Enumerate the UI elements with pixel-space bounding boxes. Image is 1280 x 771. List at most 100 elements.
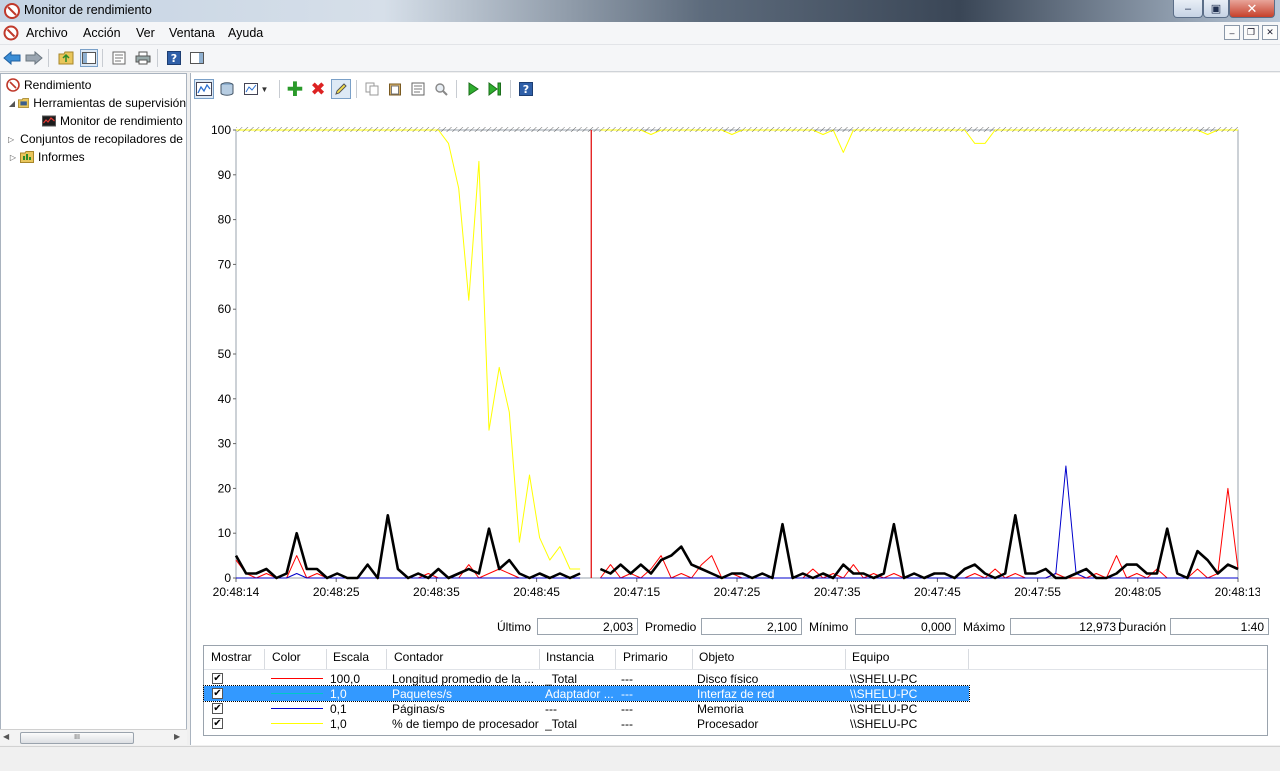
collapsed-arrow-icon[interactable]: ▷ — [8, 135, 14, 144]
y-tick-label: 40 — [218, 392, 232, 406]
show-checkbox[interactable]: ✔ — [212, 673, 223, 684]
close-button[interactable]: ✕ — [1229, 0, 1275, 18]
mdi-close-button[interactable]: ✕ — [1262, 25, 1278, 40]
tree-item-conjuntos[interactable]: ▷ Conjuntos de recopiladores de datos — [8, 130, 186, 148]
y-tick-label: 100 — [211, 123, 231, 137]
instance-cell: _Total — [545, 717, 578, 731]
average-value: 2,100 — [701, 618, 802, 635]
instance-cell: Adaptador ... — [545, 687, 614, 701]
add-counter-icon[interactable]: ✚ — [285, 79, 305, 101]
maximize-button[interactable]: ▣ — [1203, 0, 1229, 18]
computer-cell: \\SHELU-PC — [850, 687, 918, 701]
plot-area — [235, 129, 1239, 579]
tree-item-rendimiento[interactable]: Rendimiento — [4, 76, 186, 94]
column-escala[interactable]: Escala — [333, 650, 369, 670]
show-checkbox[interactable]: ✔ — [212, 703, 223, 714]
series-color-swatch — [271, 708, 323, 709]
update-data-icon[interactable] — [485, 79, 505, 99]
column-separator[interactable] — [264, 649, 265, 669]
counter-cell: Páginas/s — [392, 702, 445, 716]
forward-arrow-icon[interactable] — [25, 49, 43, 67]
menu-ver[interactable]: Ver — [136, 26, 155, 40]
up-folder-icon[interactable] — [57, 49, 75, 67]
tree-horizontal-scrollbar[interactable]: ◀ III ▶ — [0, 729, 187, 745]
show-checkbox[interactable]: ✔ — [212, 688, 223, 699]
maximum-label: Máximo — [963, 620, 1006, 634]
print-icon[interactable] — [134, 49, 152, 67]
dropdown-arrow-icon[interactable]: ▼ — [261, 85, 269, 94]
toolbar-separator — [456, 80, 457, 98]
scale-cell: 1,0 — [330, 687, 347, 701]
column-objeto[interactable]: Objeto — [699, 650, 734, 670]
menu-ayuda[interactable]: Ayuda — [228, 26, 263, 40]
tree-item-label: Monitor de rendimiento — [60, 114, 183, 128]
column-separator[interactable] — [386, 649, 387, 669]
tree-item-monitor[interactable]: Monitor de rendimiento — [40, 112, 186, 130]
maximum-value: 12,973 — [1010, 618, 1121, 635]
system-menu-icon[interactable] — [3, 25, 19, 41]
counter-cell: % de tiempo de procesador — [392, 717, 539, 731]
action-pane-icon[interactable] — [188, 49, 206, 67]
change-graph-type-icon[interactable]: ▼ — [241, 79, 271, 99]
minimize-button[interactable]: – — [1173, 0, 1203, 18]
expanded-arrow-icon[interactable]: ◢ — [8, 99, 16, 108]
menu-ventana[interactable]: Ventana — [169, 26, 215, 40]
column-separator[interactable] — [692, 649, 693, 669]
view-log-data-icon[interactable] — [217, 79, 237, 99]
parent-cell: --- — [621, 672, 633, 686]
tree-item-informes[interactable]: ▷ Informes — [8, 148, 186, 166]
unfreeze-display-icon[interactable] — [463, 79, 483, 99]
column-separator[interactable] — [539, 649, 540, 669]
mdi-restore-button[interactable]: ❐ — [1243, 25, 1259, 40]
zoom-icon[interactable] — [431, 79, 451, 99]
scroll-thumb[interactable]: III — [20, 732, 134, 744]
scroll-left-icon[interactable]: ◀ — [3, 732, 9, 741]
table-row[interactable]: ✔ 1,0 Paquetes/s Adaptador ... --- Interfaz d… — [203, 685, 970, 702]
help-icon[interactable]: ? — [516, 79, 536, 99]
y-tick-label: 0 — [224, 571, 231, 585]
column-separator[interactable] — [845, 649, 846, 669]
properties-icon[interactable] — [110, 49, 128, 67]
view-current-activity-icon[interactable] — [194, 79, 214, 99]
column-separator[interactable] — [615, 649, 616, 669]
performance-icon — [6, 78, 20, 92]
column-color[interactable]: Color — [272, 650, 301, 670]
properties-icon[interactable] — [408, 79, 428, 99]
performance-line-chart[interactable]: 0 10 20 30 40 50 60 70 80 90 100 20:48:14 20:48:25 2… — [200, 118, 1260, 608]
svg-text:?: ? — [523, 83, 529, 96]
column-contador[interactable]: Contador — [394, 650, 443, 670]
copy-properties-icon[interactable] — [362, 79, 382, 99]
object-cell: Procesador — [697, 717, 759, 731]
window-title: Monitor de rendimiento — [24, 3, 152, 17]
toolbar-separator — [157, 49, 158, 67]
column-equipo[interactable]: Equipo — [852, 650, 889, 670]
table-row[interactable]: ✔ 1,0 % de tiempo de procesador _Total --- Pr… — [204, 716, 969, 731]
menu-accion[interactable]: Acción — [83, 26, 121, 40]
x-tick-label: 20:47:55 — [1014, 585, 1061, 599]
delete-counter-icon[interactable]: ✖ — [308, 79, 328, 99]
back-arrow-icon[interactable] — [3, 49, 21, 67]
table-row[interactable]: ✔ 100,0 Longitud promedio de la ... _Total -… — [204, 671, 969, 686]
tree-item-herramientas[interactable]: ◢ Herramientas de supervisión — [8, 94, 186, 112]
column-separator[interactable] — [326, 649, 327, 669]
column-separator[interactable] — [968, 649, 969, 669]
paste-counter-list-icon[interactable] — [385, 79, 405, 99]
help-icon[interactable]: ? — [165, 49, 183, 67]
title-bar[interactable]: Monitor de rendimiento – ▣ ✕ — [0, 0, 1280, 22]
show-checkbox[interactable]: ✔ — [212, 718, 223, 729]
navigation-tree — [0, 73, 187, 745]
object-cell: Disco físico — [697, 672, 759, 686]
menu-archivo[interactable]: Archivo — [26, 26, 68, 40]
series-color-swatch — [271, 723, 323, 724]
show-hide-tree-icon[interactable] — [80, 49, 98, 67]
highlight-icon[interactable] — [331, 79, 351, 99]
column-primario[interactable]: Primario — [623, 650, 668, 670]
mdi-minimize-button[interactable]: – — [1224, 25, 1240, 40]
column-mostrar[interactable]: Mostrar — [211, 650, 252, 670]
collapsed-arrow-icon[interactable]: ▷ — [8, 153, 18, 162]
parent-cell: --- — [621, 717, 633, 731]
table-row[interactable]: ✔ 0,1 Páginas/s --- --- Memoria \\SHELU-PC — [204, 701, 969, 716]
x-tick-label: 20:47:15 — [613, 585, 660, 599]
column-instancia[interactable]: Instancia — [546, 650, 594, 670]
scroll-right-icon[interactable]: ▶ — [174, 732, 180, 741]
